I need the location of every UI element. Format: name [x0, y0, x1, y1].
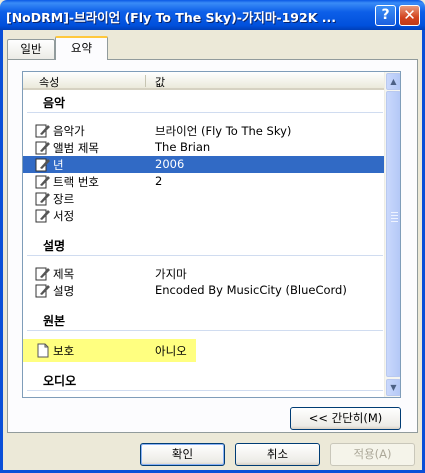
property-value: 아니오 — [155, 344, 187, 358]
group-divider — [27, 255, 383, 256]
edit-icon — [35, 158, 50, 172]
grip-line — [391, 215, 398, 216]
cancel-button[interactable]: 취소 — [235, 443, 320, 466]
property-name: 년 — [53, 158, 64, 172]
close-icon: ✕ — [403, 6, 416, 24]
apply-button[interactable]: 적용(A) — [330, 443, 415, 466]
tab-summary[interactable]: 요약 — [55, 36, 108, 60]
list-item[interactable]: 설명 Encoded By MusicCity (BlueCord) — [23, 282, 384, 299]
edit-icon — [35, 175, 50, 189]
property-name: 서정 — [53, 209, 75, 223]
property-name: 앨범 제목 — [53, 141, 99, 155]
group-heading-source: 원본 — [43, 314, 66, 328]
list-item-readonly[interactable]: 보호 아니오 — [23, 339, 196, 362]
question-icon: ? — [381, 7, 390, 23]
close-button[interactable]: ✕ — [399, 5, 420, 26]
ok-button[interactable]: 확인 — [140, 443, 225, 466]
edit-icon — [35, 141, 50, 155]
property-name: 설명 — [53, 284, 75, 298]
column-header-value[interactable]: 값 — [155, 74, 165, 90]
edit-icon — [35, 267, 50, 281]
vertical-scrollbar[interactable]: ▲ ▼ — [384, 72, 400, 397]
grip-line — [391, 218, 398, 219]
grip-line — [391, 221, 398, 222]
tab-general[interactable]: 일반 — [7, 39, 55, 59]
property-list[interactable]: 속성 값 음악 음악가 브라이언 (Fly To The Sky) 앨범 제목 … — [22, 71, 401, 398]
property-name: 음악가 — [53, 124, 85, 138]
property-value: Encoded By MusicCity (BlueCord) — [155, 283, 347, 297]
title-bar[interactable]: [NoDRM]-브라이언 (Fly To The Sky)-가지마-192K .… — [0, 0, 425, 30]
edit-icon — [35, 192, 50, 206]
property-name: 트랙 번호 — [53, 175, 99, 189]
group-divider — [27, 390, 383, 391]
edit-icon — [35, 209, 50, 223]
property-value: The Brian — [155, 140, 211, 154]
property-name: 제목 — [53, 267, 75, 281]
help-button[interactable]: ? — [375, 5, 396, 26]
simple-view-button[interactable]: << 간단히(M) — [290, 407, 401, 430]
group-heading-audio: 오디오 — [43, 374, 77, 388]
list-item-selected[interactable]: 년 2006 — [23, 156, 384, 173]
list-item[interactable]: 음악가 브라이언 (Fly To The Sky) — [23, 122, 384, 139]
list-header: 속성 값 — [23, 72, 384, 90]
property-value: 2 — [155, 174, 163, 188]
list-item[interactable]: 서정 — [23, 207, 384, 224]
group-divider — [27, 112, 383, 113]
property-name: 장르 — [53, 192, 75, 206]
window-frame-left — [0, 30, 3, 473]
scroll-thumb[interactable] — [386, 91, 400, 377]
property-value: 브라이언 (Fly To The Sky) — [155, 124, 292, 138]
column-divider[interactable] — [145, 75, 146, 87]
edit-icon — [35, 124, 50, 138]
list-item[interactable]: 장르 — [23, 190, 384, 207]
chevron-up-icon: ▲ — [390, 77, 397, 86]
document-icon — [37, 343, 49, 358]
list-item[interactable]: 제목 가지마 — [23, 265, 384, 282]
group-heading-music: 음악 — [43, 96, 66, 110]
window-title: [NoDRM]-브라이언 (Fly To The Sky)-가지마-192K .… — [6, 10, 336, 25]
property-name: 보호 — [53, 344, 75, 358]
property-value: 가지마 — [155, 267, 187, 281]
group-divider — [27, 330, 383, 331]
property-value: 2006 — [155, 157, 185, 171]
scroll-up-button[interactable]: ▲ — [386, 73, 400, 90]
list-item[interactable]: 앨범 제목 The Brian — [23, 139, 384, 156]
group-heading-description: 설명 — [43, 239, 66, 253]
list-item[interactable]: 트랙 번호 2 — [23, 173, 384, 190]
grip-line — [391, 212, 398, 213]
chevron-down-icon: ▼ — [390, 383, 397, 392]
edit-icon — [35, 284, 50, 298]
scroll-down-button[interactable]: ▼ — [386, 379, 400, 396]
column-header-property[interactable]: 속성 — [39, 74, 59, 90]
